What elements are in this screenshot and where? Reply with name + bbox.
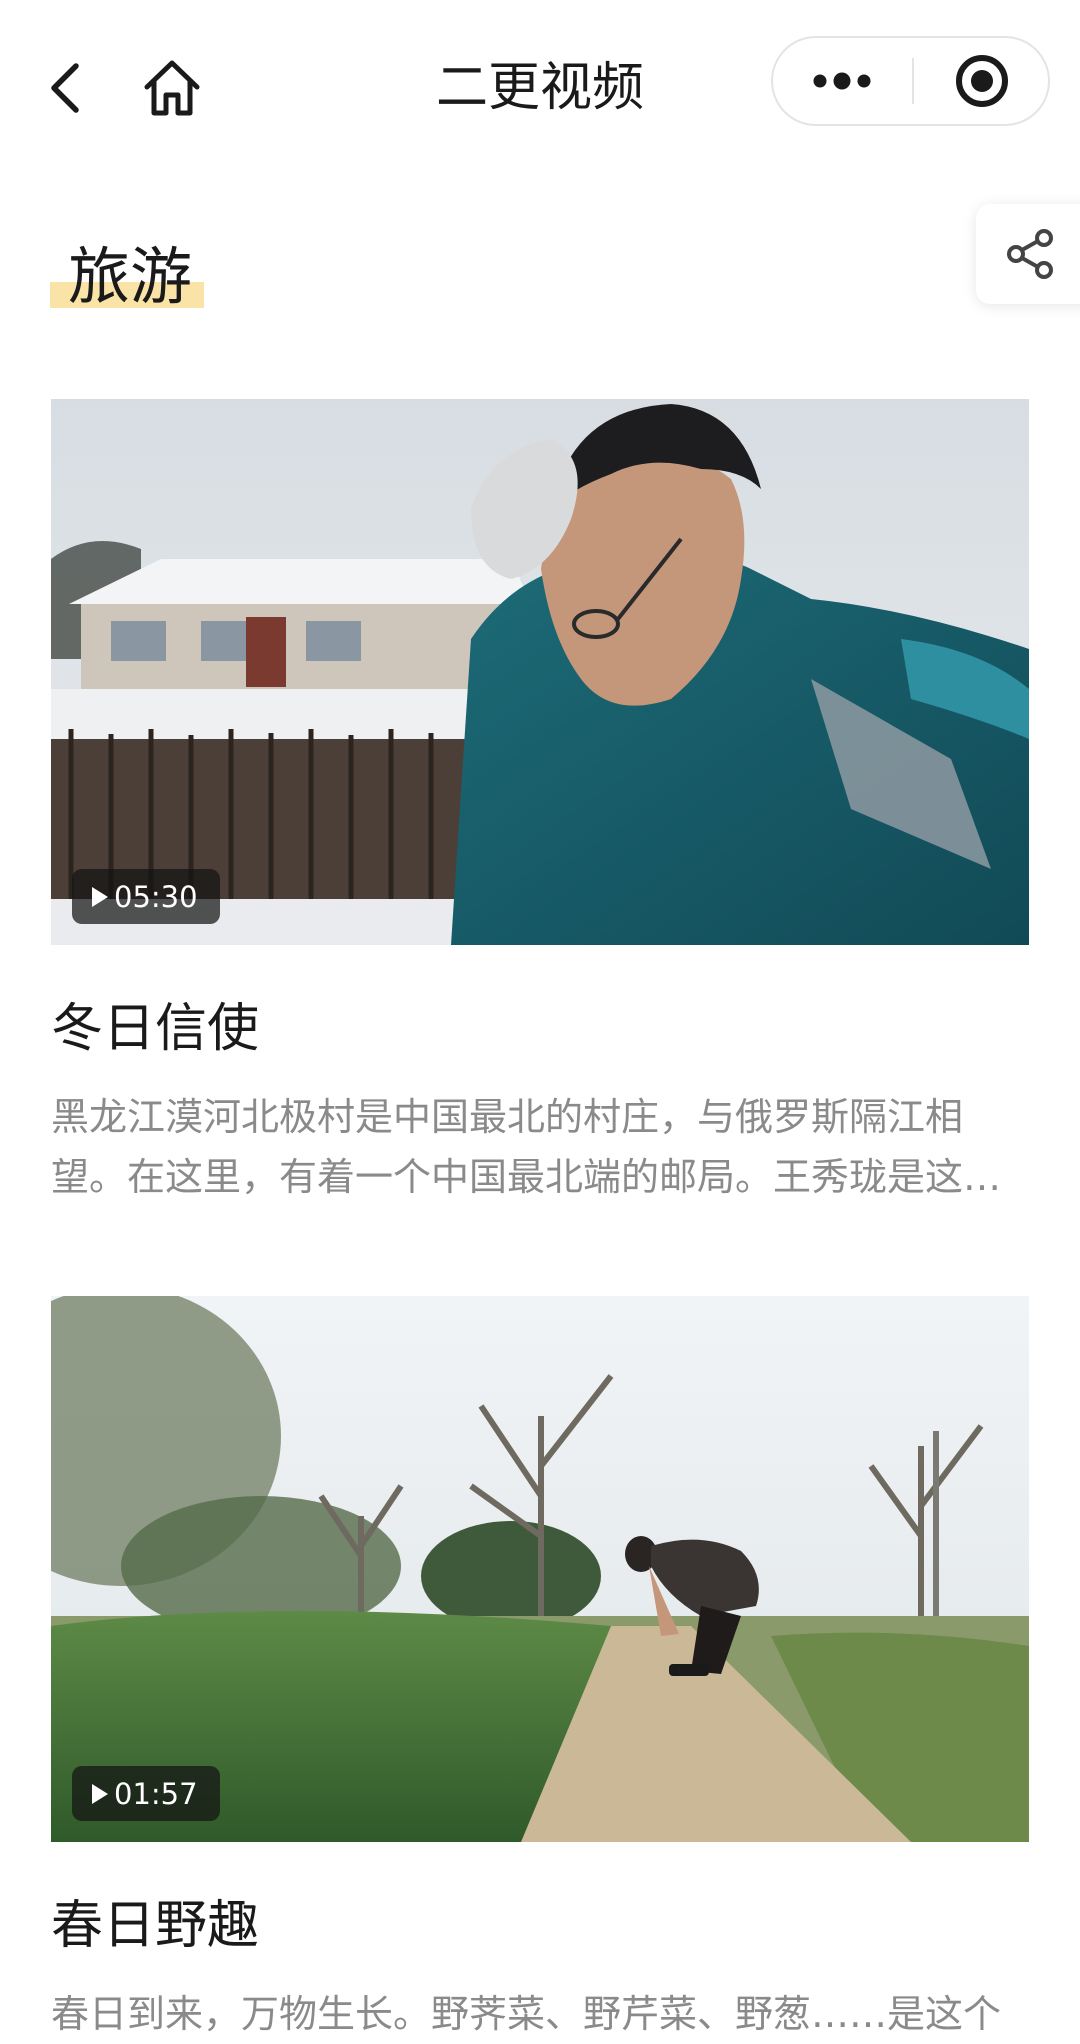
home-icon <box>144 60 200 116</box>
back-button[interactable] <box>36 48 96 128</box>
video-card[interactable]: 05:30 冬日信使 黑龙江漠河北极村是中国最北的村庄，与俄罗斯隔江相望。在这里… <box>51 399 1029 1207</box>
more-dots-icon <box>813 72 871 90</box>
mini-program-capsule <box>771 36 1050 126</box>
section-header: 旅游 <box>50 232 204 322</box>
chevron-left-icon <box>51 63 79 113</box>
duration-text: 05:30 <box>114 879 198 914</box>
share-button[interactable] <box>976 204 1080 304</box>
play-icon <box>92 1783 108 1804</box>
winter-scene-image <box>51 399 1029 945</box>
video-description: 黑龙江漠河北极村是中国最北的村庄，与俄罗斯隔江相望。在这里，有着一个中国最北端的… <box>51 1095 1002 1199</box>
more-button[interactable] <box>773 38 911 124</box>
video-title[interactable]: 冬日信使 <box>51 993 1029 1065</box>
share-icon <box>1007 229 1053 279</box>
navigation-bar: 二更视频 <box>0 0 1080 165</box>
duration-badge: 05:30 <box>72 869 220 924</box>
spring-field-image <box>51 1296 1029 1842</box>
play-icon <box>92 886 108 907</box>
video-card[interactable]: 01:57 春日野趣 春日到来，万物生长。野荠菜、野芹菜、野葱……是这个 <box>51 1296 1029 2044</box>
target-circle-icon <box>956 55 1008 107</box>
video-thumbnail[interactable]: 01:57 <box>51 1296 1029 1842</box>
section-title: 旅游 <box>68 240 193 313</box>
video-thumbnail[interactable]: 05:30 <box>51 399 1029 945</box>
video-title[interactable]: 春日野趣 <box>51 1890 1029 1962</box>
video-description: 春日到来，万物生长。野荠菜、野芹菜、野葱……是这个 <box>51 1992 1002 2036</box>
duration-text: 01:57 <box>114 1776 198 1811</box>
duration-badge: 01:57 <box>72 1766 220 1821</box>
close-button[interactable] <box>914 38 1050 124</box>
home-button[interactable] <box>136 48 208 128</box>
